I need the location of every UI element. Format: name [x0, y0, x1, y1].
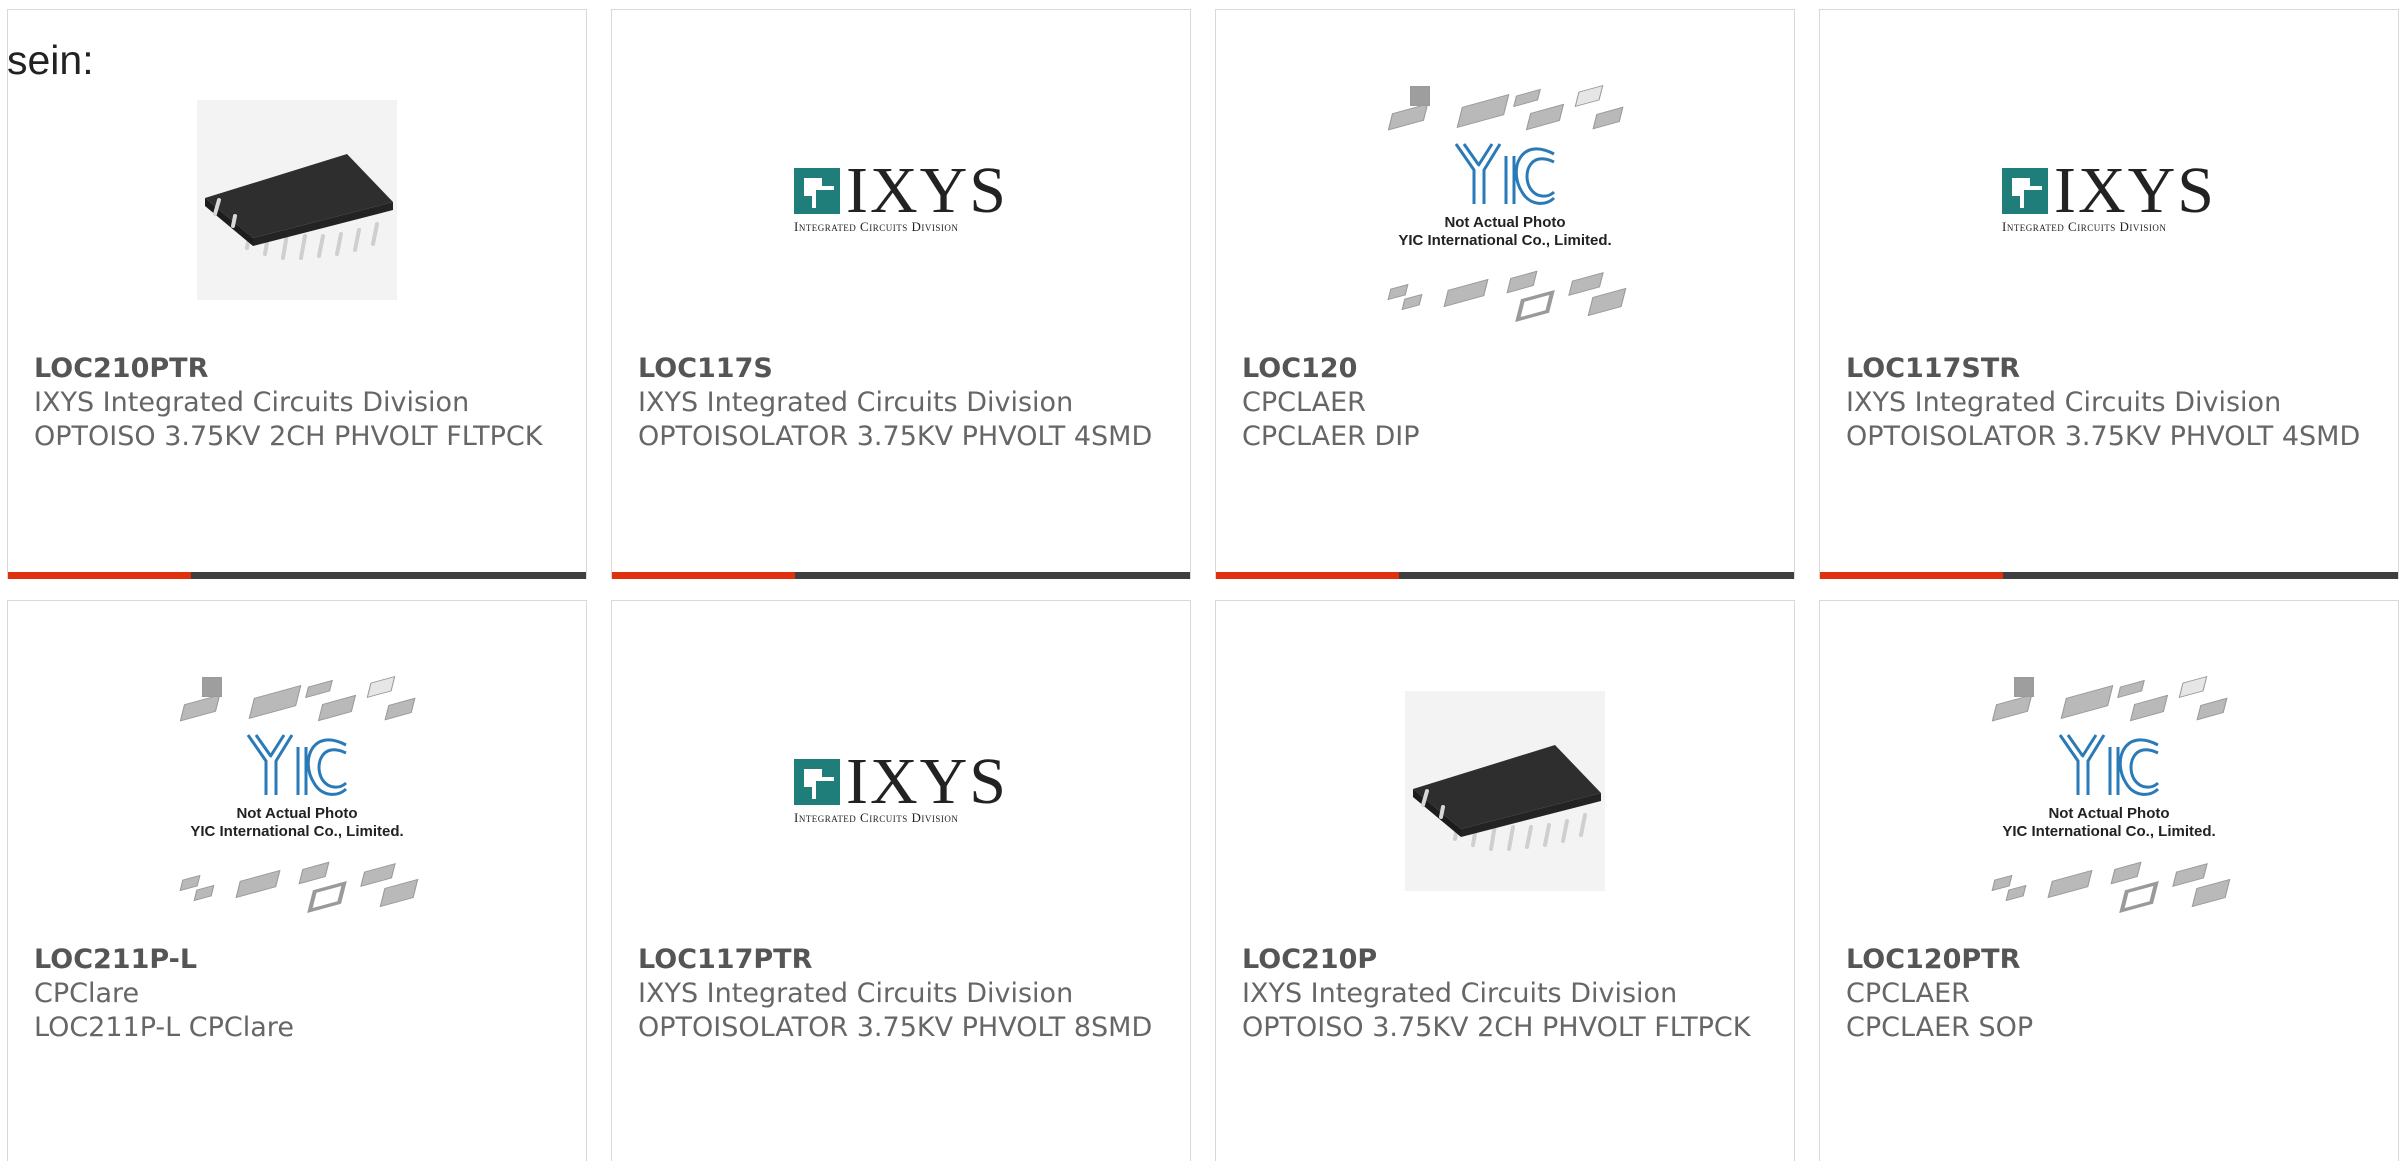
- card-bottom-bar: [612, 572, 1190, 579]
- product-description: OPTOISO 3.75KV 2CH PHVOLT FLTPCK: [34, 421, 543, 452]
- manufacturer-name: IXYS Integrated Circuits Division: [638, 387, 1074, 418]
- product-description: OPTOISOLATOR 3.75KV PHVOLT 4SMD: [638, 421, 1153, 452]
- ixys-logo-word: IXYS: [845, 745, 1008, 818]
- product-card[interactable]: Not Actual Photo YIC International Co., …: [1819, 600, 2399, 1161]
- soic-chip-photo: [197, 100, 397, 300]
- product-image[interactable]: Not Actual Photo YIC International Co., …: [1820, 641, 2398, 941]
- yic-caption-line1: Not Actual Photo: [1444, 214, 1566, 231]
- card-bottom-bar: [1216, 572, 1794, 579]
- product-card[interactable]: Not Actual Photo YIC International Co., …: [7, 600, 587, 1161]
- card-accent-bar: [1216, 572, 1399, 579]
- card-accent-bar: [8, 572, 191, 579]
- yic-logo-icon: [246, 734, 348, 796]
- ixys-logo-word: IXYS: [845, 154, 1008, 227]
- product-info: LOC117PTR IXYS Integrated Circuits Divis…: [638, 943, 1170, 1045]
- card-accent-bar: [1820, 572, 2003, 579]
- ixys-mark-icon: [793, 759, 840, 805]
- product-description: OPTOISO 3.75KV 2CH PHVOLT FLTPCK: [1242, 1012, 1751, 1043]
- ixys-mark-icon: [793, 168, 840, 214]
- yic-logo-icon: [2058, 734, 2160, 796]
- yic-placeholder-image: Not Actual Photo YIC International Co., …: [1370, 80, 1640, 323]
- product-grid-page: sein: LOC210PTR IXYS Integrated Circuits…: [0, 0, 2400, 1161]
- product-image[interactable]: Not Actual Photo YIC International Co., …: [8, 641, 586, 941]
- product-info: LOC117STR IXYS Integrated Circuits Divis…: [1846, 352, 2378, 454]
- card-bottom-bar: [1820, 572, 2398, 579]
- product-card[interactable]: LOC210PTR IXYS Integrated Circuits Divis…: [7, 9, 587, 579]
- part-number-link[interactable]: LOC120PTR: [1846, 943, 2378, 977]
- product-card[interactable]: IXYS Integrated Circuits Division LOC117…: [611, 9, 1191, 579]
- ixys-logo-subtitle: Integrated Circuits Division: [2001, 219, 2167, 234]
- ixys-logo-word: IXYS: [2053, 154, 2216, 227]
- intro-text: sein:: [7, 37, 94, 83]
- part-number-link[interactable]: LOC210P: [1242, 943, 1774, 977]
- product-description: CPCLAER DIP: [1242, 421, 1420, 452]
- card-bottom-bar: [8, 572, 586, 579]
- product-info: LOC120PTR CPCLAER CPCLAER SOP: [1846, 943, 2378, 1045]
- manufacturer-name: CPCLAER: [1846, 978, 1970, 1009]
- product-info: LOC210PTR IXYS Integrated Circuits Divis…: [34, 352, 566, 454]
- part-number-link[interactable]: LOC117STR: [1846, 352, 2378, 386]
- ixys-logo-subtitle: Integrated Circuits Division: [793, 219, 959, 234]
- yic-caption: Not Actual Photo YIC International Co., …: [1370, 214, 1640, 250]
- chip-icons-bottom: [162, 859, 432, 914]
- product-info: LOC120 CPCLAER CPCLAER DIP: [1242, 352, 1774, 454]
- part-number-link[interactable]: LOC211P-L: [34, 943, 566, 977]
- yic-caption: Not Actual Photo YIC International Co., …: [1974, 805, 2244, 841]
- yic-caption-line2: YIC International Co., Limited.: [2002, 823, 2216, 840]
- product-info: LOC210P IXYS Integrated Circuits Divisio…: [1242, 943, 1774, 1045]
- product-image[interactable]: IXYS Integrated Circuits Division: [612, 50, 1190, 350]
- yic-caption-line1: Not Actual Photo: [236, 805, 358, 822]
- soic-chip-icon: [205, 154, 393, 260]
- part-number-link[interactable]: LOC117S: [638, 352, 1170, 386]
- product-description: LOC211P-L CPClare: [34, 1012, 294, 1043]
- product-info: LOC117S IXYS Integrated Circuits Divisio…: [638, 352, 1170, 454]
- part-number-link[interactable]: LOC210PTR: [34, 352, 566, 386]
- yic-placeholder-image: Not Actual Photo YIC International Co., …: [1974, 671, 2244, 914]
- soic-chip-photo: [1405, 691, 1605, 891]
- product-card[interactable]: LOC210P IXYS Integrated Circuits Divisio…: [1215, 600, 1795, 1161]
- manufacturer-name: IXYS Integrated Circuits Division: [638, 978, 1074, 1009]
- ixys-logo: IXYS Integrated Circuits Division: [2001, 154, 2216, 235]
- ixys-logo: IXYS Integrated Circuits Division: [793, 745, 1008, 826]
- yic-caption-line1: Not Actual Photo: [2048, 805, 2170, 822]
- soic-chip-icon: [1413, 745, 1601, 851]
- manufacturer-name: IXYS Integrated Circuits Division: [34, 387, 470, 418]
- product-card[interactable]: IXYS Integrated Circuits Division LOC117…: [1819, 9, 2399, 579]
- product-image[interactable]: IXYS Integrated Circuits Division: [1820, 50, 2398, 350]
- manufacturer-name: IXYS Integrated Circuits Division: [1846, 387, 2282, 418]
- product-description: OPTOISOLATOR 3.75KV PHVOLT 4SMD: [1846, 421, 2361, 452]
- product-image[interactable]: Not Actual Photo YIC International Co., …: [1216, 50, 1794, 350]
- ixys-logo-subtitle: Integrated Circuits Division: [793, 810, 959, 825]
- part-number-link[interactable]: LOC120: [1242, 352, 1774, 386]
- product-card[interactable]: IXYS Integrated Circuits Division LOC117…: [611, 600, 1191, 1161]
- ixys-logo: IXYS Integrated Circuits Division: [793, 154, 1008, 235]
- chip-icons-top: [162, 675, 432, 727]
- yic-caption-line2: YIC International Co., Limited.: [1398, 232, 1612, 249]
- chip-icons-bottom: [1974, 859, 2244, 914]
- yic-placeholder-image: Not Actual Photo YIC International Co., …: [162, 671, 432, 914]
- manufacturer-name: CPCLAER: [1242, 387, 1366, 418]
- chip-icons-bottom: [1370, 268, 1640, 323]
- chip-icons-top: [1974, 675, 2244, 727]
- product-image[interactable]: IXYS Integrated Circuits Division: [612, 641, 1190, 941]
- yic-caption: Not Actual Photo YIC International Co., …: [162, 805, 432, 841]
- yic-caption-line2: YIC International Co., Limited.: [190, 823, 404, 840]
- card-accent-bar: [612, 572, 795, 579]
- yic-logo-icon: [1454, 143, 1556, 205]
- product-image[interactable]: [8, 50, 586, 350]
- ixys-mark-icon: [2001, 168, 2048, 214]
- part-number-link[interactable]: LOC117PTR: [638, 943, 1170, 977]
- product-card[interactable]: Not Actual Photo YIC International Co., …: [1215, 9, 1795, 579]
- manufacturer-name: IXYS Integrated Circuits Division: [1242, 978, 1678, 1009]
- product-description: OPTOISOLATOR 3.75KV PHVOLT 8SMD: [638, 1012, 1153, 1043]
- chip-icons-top: [1370, 84, 1640, 136]
- product-info: LOC211P-L CPClare LOC211P-L CPClare: [34, 943, 566, 1045]
- product-image[interactable]: [1216, 641, 1794, 941]
- manufacturer-name: CPClare: [34, 978, 140, 1009]
- product-description: CPCLAER SOP: [1846, 1012, 2034, 1043]
